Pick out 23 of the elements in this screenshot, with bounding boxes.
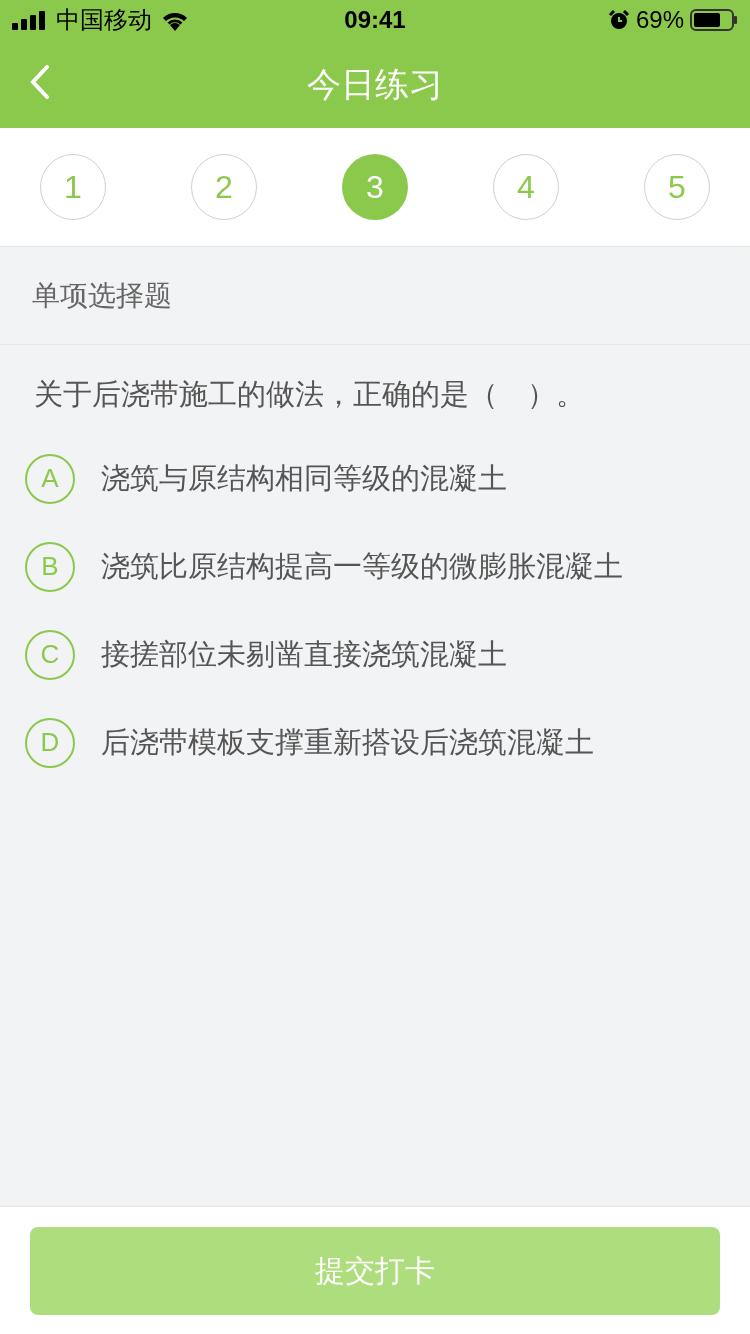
option-letter[interactable]: B — [25, 541, 75, 592]
question-number-tab[interactable]: 4 — [493, 154, 559, 220]
option-text[interactable]: 浇筑比原结构提高一等级的微膨胀混凝土 — [101, 544, 623, 589]
status-time: 09:41 — [344, 5, 406, 35]
option-letter[interactable]: C — [25, 629, 75, 680]
back-icon — [30, 65, 50, 99]
option-text[interactable]: 浇筑与原结构相同等级的混凝土 — [101, 456, 507, 501]
option-text[interactable]: 接搓部位未剔凿直接浇筑混凝土 — [101, 632, 507, 677]
carrier-name: 中国移动 — [56, 5, 152, 35]
signal-icon — [12, 10, 48, 30]
alarm-icon — [607, 9, 630, 31]
battery-percent: 69% — [635, 5, 684, 35]
question-number-tab[interactable]: 3 — [342, 154, 408, 220]
question-number-tab[interactable]: 1 — [40, 154, 106, 220]
question-number-tab[interactable]: 5 — [644, 154, 710, 220]
page-title: 今日练习 — [307, 63, 443, 105]
question-number-tab[interactable]: 2 — [191, 154, 257, 220]
question-type: 单项选择题 — [0, 247, 750, 345]
option-letter[interactable]: A — [25, 453, 75, 504]
option-letter[interactable]: D — [25, 717, 75, 768]
question-text: 关于后浇带施工的做法，正确的是（ ）。 — [33, 377, 586, 412]
option-text[interactable]: 后浇带模板支撑重新搭设后浇筑混凝土 — [101, 720, 594, 765]
battery-icon — [690, 9, 738, 31]
